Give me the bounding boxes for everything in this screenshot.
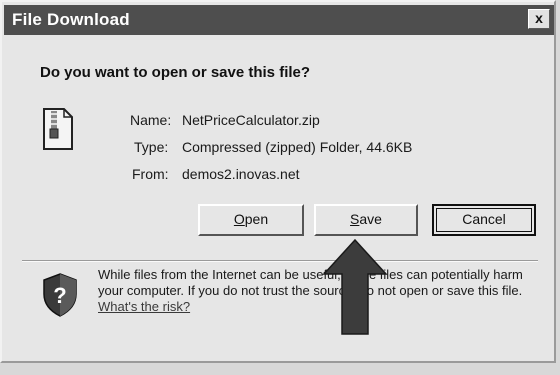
arrow-up-icon bbox=[322, 238, 388, 335]
close-button[interactable]: x bbox=[528, 9, 550, 29]
whats-the-risk-link[interactable]: What's the risk? bbox=[98, 299, 190, 314]
close-icon: x bbox=[535, 10, 543, 26]
type-label: Type: bbox=[134, 139, 169, 155]
save-button-mnemonic: S bbox=[350, 211, 360, 227]
zip-folder-icon bbox=[43, 108, 73, 150]
shield-question-icon: ? bbox=[43, 273, 77, 317]
from-label: From: bbox=[132, 166, 169, 182]
warning-text: While files from the Internet can be use… bbox=[98, 267, 523, 298]
file-download-dialog: File Download x Do you want to open or s… bbox=[0, 0, 556, 363]
svg-text:?: ? bbox=[53, 283, 66, 308]
file-source: demos2.inovas.net bbox=[182, 166, 300, 182]
file-name: NetPriceCalculator.zip bbox=[182, 112, 320, 128]
security-warning: While files from the Internet can be use… bbox=[98, 267, 538, 315]
name-label: Name: bbox=[130, 112, 172, 128]
dialog-title: File Download bbox=[12, 10, 130, 29]
title-bar[interactable]: File Download x bbox=[4, 5, 554, 35]
divider bbox=[22, 260, 538, 262]
question-text: Do you want to open or save this file? bbox=[40, 64, 311, 81]
file-type: Compressed (zipped) Folder, 44.6KB bbox=[182, 139, 413, 155]
cancel-button-label: Cancel bbox=[462, 211, 506, 227]
open-button-label: pen bbox=[244, 211, 269, 227]
open-button[interactable]: Open bbox=[198, 204, 304, 236]
save-button[interactable]: Save bbox=[314, 204, 418, 236]
cancel-button[interactable]: Cancel bbox=[432, 204, 536, 236]
save-button-label: ave bbox=[359, 211, 382, 227]
open-button-mnemonic: O bbox=[233, 211, 245, 227]
